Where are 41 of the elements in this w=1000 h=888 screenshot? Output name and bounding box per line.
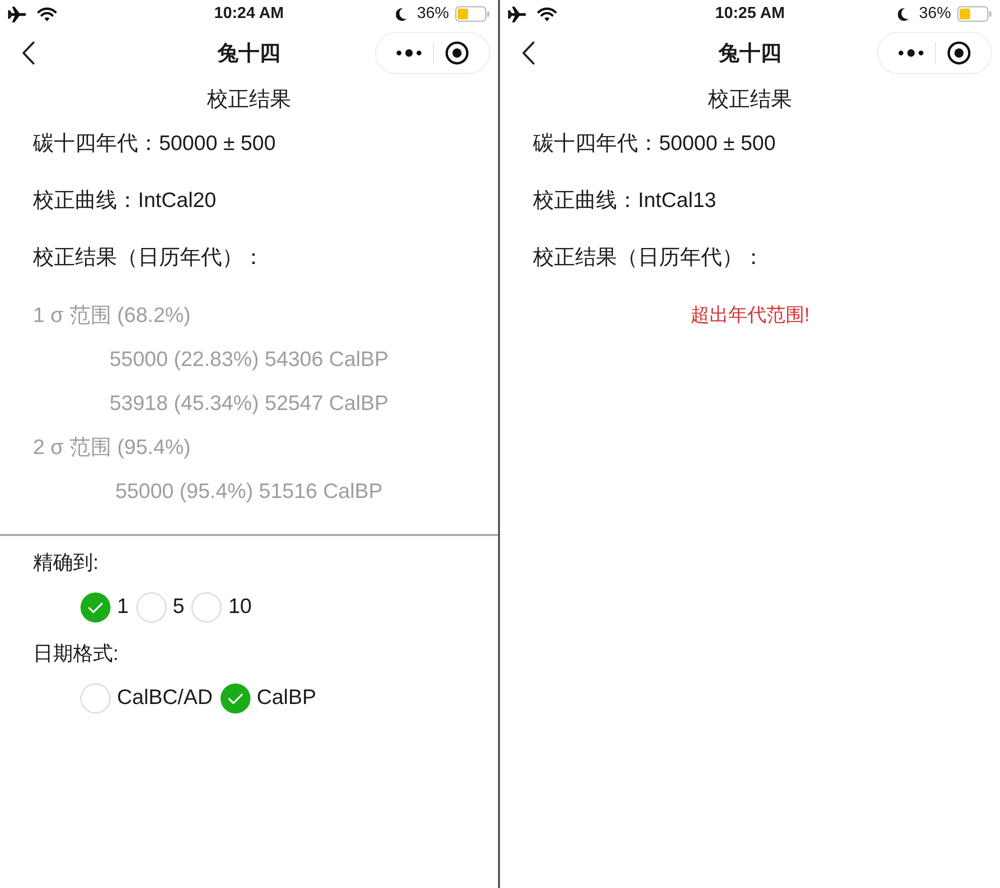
wifi-icon <box>37 6 57 22</box>
info-line: 校正结果（日历年代）： <box>533 245 764 271</box>
back-icon[interactable] <box>22 41 35 65</box>
airplane-icon <box>8 6 27 22</box>
range-entry: 55000 (22.83%) 54306 CalBP <box>109 347 389 373</box>
info-line: 碳十四年代：50000 ± 500 <box>533 131 776 157</box>
battery-percent: 36% <box>416 5 449 23</box>
page-title: 校正结果 <box>708 87 792 113</box>
radio-option[interactable]: 10 <box>191 591 252 623</box>
info-line: 校正结果（日历年代）： <box>33 245 264 271</box>
radio-option[interactable]: 1 <box>80 591 129 623</box>
range-heading: 2 σ 范围 (95.4%) <box>33 435 191 461</box>
radio-option[interactable]: CalBC/AD <box>80 682 213 714</box>
more-icon[interactable] <box>898 49 924 57</box>
circle-dot-icon[interactable] <box>445 41 470 65</box>
circle-dot-icon[interactable] <box>947 41 972 65</box>
more-icon[interactable] <box>396 49 422 57</box>
range-heading: 1 σ 范围 (68.2%) <box>33 303 191 329</box>
battery-percent: 36% <box>918 5 951 23</box>
option-label: 日期格式: <box>33 642 119 667</box>
battery-icon <box>957 6 992 22</box>
airplane-icon <box>508 6 527 22</box>
range-entry: 55000 (95.4%) 51516 CalBP <box>115 479 383 505</box>
nav-title: 兔十四 <box>718 41 782 67</box>
info-line: 校正曲线：IntCal13 <box>533 188 716 214</box>
error-message: 超出年代范围! <box>690 304 810 328</box>
wifi-icon <box>537 6 557 22</box>
radio-option[interactable]: CalBP <box>220 682 316 714</box>
status-time: 10:24 AM <box>214 5 284 23</box>
info-line: 碳十四年代：50000 ± 500 <box>33 131 276 157</box>
range-entry: 53918 (45.34%) 52547 CalBP <box>109 391 389 417</box>
back-icon[interactable] <box>522 41 535 65</box>
status-time: 10:25 AM <box>715 5 785 23</box>
page-title: 校正结果 <box>207 87 291 113</box>
radio-option[interactable]: 5 <box>136 591 184 623</box>
info-line: 校正曲线：IntCal20 <box>33 188 216 214</box>
battery-icon <box>455 6 490 22</box>
option-label: 精确到: <box>33 551 99 576</box>
nav-title: 兔十四 <box>218 41 280 67</box>
moon-icon <box>396 8 407 20</box>
moon-icon <box>898 8 909 20</box>
